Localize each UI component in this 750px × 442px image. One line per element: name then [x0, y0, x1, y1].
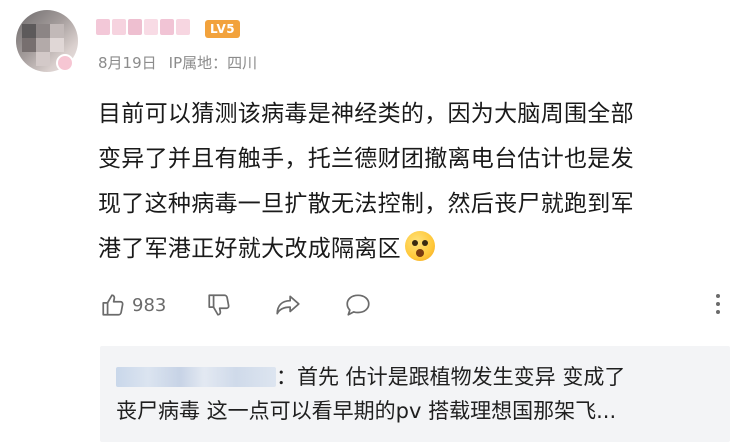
comment-text: 目前可以猜测该病毒是神经类的，因为大脑周围全部 变异了并且有触手，托兰德财团撤离… [98, 92, 718, 272]
reply-preview[interactable]: ：首先 估计是跟植物发生变异 变成了 丧尸病毒 这一点可以看早期的pv 搭载理想… [100, 346, 730, 442]
share-button[interactable] [274, 292, 302, 318]
ip-location: IP属地：四川 [168, 54, 258, 72]
avatar-pixel [22, 38, 36, 52]
avatar-pixel [36, 24, 50, 38]
comment-meta: 8月19日 IP属地：四川 [98, 52, 257, 73]
reply-button[interactable] [344, 292, 372, 318]
comment-text-line: 港了军港正好就大改成隔离区 [98, 236, 401, 262]
comment-text-line: 变异了并且有触手，托兰德财团撤离电台估计也是发 [98, 146, 634, 172]
reply-text-line: 丧尸病毒 这一点可以看早期的pv 搭载理想国那架飞... [116, 399, 617, 423]
comment-text-line-last: 港了军港正好就大改成隔离区 [98, 227, 718, 272]
share-arrow-icon [274, 292, 302, 318]
astonished-face-emoji-icon [404, 231, 435, 261]
thumbs-up-icon [100, 292, 126, 318]
avatar-pixel [36, 52, 50, 66]
username-pixel [144, 19, 158, 35]
like-button[interactable]: 983 [100, 292, 200, 318]
reply-username-blurred[interactable] [116, 367, 276, 387]
avatar-pixel [50, 24, 64, 38]
more-vertical-icon [714, 292, 722, 316]
level-badge: LV5 [205, 20, 241, 38]
comment-text-line: 目前可以猜测该病毒是神经类的，因为大脑周围全部 [98, 101, 634, 127]
avatar-badge [56, 54, 74, 72]
dislike-button[interactable] [206, 292, 232, 318]
avatar-pixel [36, 38, 50, 52]
username-blurred[interactable] [96, 14, 196, 40]
username-pixel [96, 19, 110, 35]
avatar-pixel [50, 38, 64, 52]
like-count: 983 [132, 294, 167, 316]
comment-bubble-icon [344, 292, 372, 318]
comment-text-line: 现了这种病毒一旦扩散无法控制，然后丧尸就跑到军 [98, 191, 634, 217]
comment-actions: 983 [100, 288, 730, 322]
username-pixel [160, 19, 174, 35]
more-options-button[interactable] [714, 292, 722, 316]
username-pixel [176, 19, 190, 35]
avatar-pixel [22, 24, 36, 38]
username-pixel [128, 19, 142, 35]
thumbs-down-icon [206, 292, 232, 318]
username-pixel [112, 19, 126, 35]
reply-preview-line: ：首先 估计是跟植物发生变异 变成了 [116, 360, 714, 394]
reply-text-line: ：首先 估计是跟植物发生变异 变成了 [276, 365, 626, 389]
comment-date: 8月19日 [98, 54, 157, 72]
